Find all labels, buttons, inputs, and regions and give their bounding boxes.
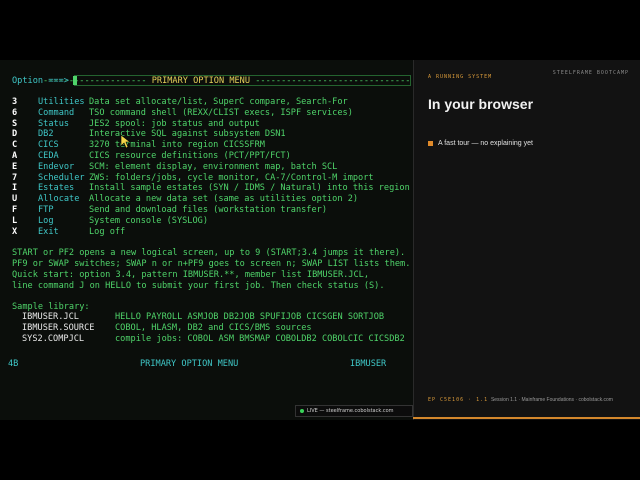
status-panel-name: PRIMARY OPTION MENU (140, 359, 239, 369)
option-description: Interactive SQL against subsystem DSN1 (89, 129, 286, 140)
option-input[interactable] (74, 75, 411, 86)
episode-tag: EP C5E106 · 1.1 (428, 397, 489, 403)
option-key: 6 (12, 107, 18, 118)
help-line-1: START or PF2 opens a new logical screen,… (12, 248, 406, 258)
option-name: Utilities (38, 97, 85, 107)
live-dot-icon (300, 408, 304, 413)
menu-option-command[interactable]: 6 Command TSO command shell (REXX/CLIST ex… (12, 108, 353, 118)
menu-option-db2[interactable]: D DB2 Interactive SQL against subsystem DS… (12, 129, 286, 139)
footer-text: Session 1.1 · Mainframe Foundations · co… (490, 397, 613, 403)
sample-desc: COBOL, HLASM, DB2 and CICS/BMS sources (115, 323, 312, 333)
menu-option-cics[interactable]: C CICS 3270 terminal into region CICSSFRM (12, 140, 265, 150)
panel-heading: In your browser (428, 96, 534, 112)
sample-name: IBMUSER.SOURCE (22, 323, 95, 333)
option-name: Exit (38, 226, 59, 237)
option-description: ZWS: folders/jobs, cycle monitor, CA-7/C… (89, 172, 374, 183)
option-name: CEDA (38, 151, 59, 161)
menu-option-endevor[interactable]: E Endevor SCM: element display, environmen… (12, 162, 337, 172)
option-key: F (12, 205, 18, 215)
sample-desc: HELLO PAYROLL ASMJOB DB2JOB SPUFIJOB CIC… (115, 312, 385, 322)
help-line-4: line command J on HELLO to submit your f… (12, 281, 385, 291)
option-key: C (12, 140, 18, 151)
option-name: Status (38, 118, 70, 129)
option-key: 7 (12, 172, 18, 183)
option-description: Data set allocate/list, SuperC compare, … (89, 97, 348, 107)
option-name: Estates (38, 183, 75, 194)
mouse-pointer-icon (121, 135, 131, 149)
option-key: L (12, 215, 18, 226)
panel-kicker: A RUNNING SYSTEM (428, 74, 493, 80)
panel-bullet: A fast tour — no explaining yet (428, 140, 533, 147)
option-description: JES2 spool: job status and output (89, 118, 260, 129)
option-name: Command (38, 107, 75, 118)
option-description: Log off (89, 226, 126, 237)
menu-option-status[interactable]: S Status JES2 spool: job status and output (12, 119, 260, 129)
option-key: U (12, 194, 18, 205)
menu-option-utilities[interactable]: 3 Utilities Data set allocate/list, SuperC… (12, 97, 348, 107)
option-key: E (12, 161, 18, 172)
option-key: 3 (12, 97, 18, 107)
video-frame: -------------------- PRIMARY OPTION MENU… (0, 60, 640, 420)
bullet-text: A fast tour — no explaining yet (438, 140, 533, 147)
option-description: CICS resource definitions (PCT/PPT/FCT) (89, 151, 291, 161)
option-key: A (12, 151, 18, 161)
option-description: SCM: element display, environment map, b… (89, 161, 338, 172)
live-badge-text: LIVE — steelframe.cobolstack.com (307, 408, 394, 414)
option-description: Send and download files (workstation tra… (89, 205, 327, 215)
sample-desc: compile jobs: COBOL ASM BMSMAP COBOLDB2 … (115, 334, 405, 344)
option-key: X (12, 226, 18, 237)
option-description: Allocate a new data set (same as utiliti… (89, 194, 359, 205)
option-prompt: Option ===> (12, 76, 69, 86)
menu-option-ceda[interactable]: A CEDA CICS resource definitions (PCT/PPT/… (12, 151, 291, 161)
panel-brand: STEELFRAME BOOTCAMP (552, 70, 629, 76)
menu-option-log[interactable]: L Log System console (SYSLOG) (12, 216, 208, 226)
live-badge[interactable]: LIVE — steelframe.cobolstack.com (295, 405, 413, 417)
option-description: System console (SYSLOG) (89, 215, 208, 226)
option-name: Scheduler (38, 172, 85, 183)
option-name: Allocate (38, 194, 80, 205)
option-name: Endevor (38, 161, 75, 172)
option-description: Install sample estates (SYN / IDMS / Nat… (89, 183, 410, 194)
menu-option-exit[interactable]: X Exit Log off (12, 227, 125, 237)
panel-footer: EP C5E106 · 1.1 Session 1.1 · Mainframe … (428, 397, 613, 403)
sample-row[interactable]: IBMUSER.SOURCE COBOL, HLASM, DB2 and CICS… (22, 323, 312, 333)
option-key: I (12, 183, 18, 194)
help-line-2: PF9 or SWAP switches; SWAP n or n+PF9 go… (12, 259, 411, 269)
status-user: IBMUSER (350, 359, 387, 369)
sample-row[interactable]: IBMUSER.JCL HELLO PAYROLL ASMJOB DB2JOB S… (22, 312, 384, 322)
option-name: DB2 (38, 129, 54, 140)
sample-name: SYS2.COMPJCL (22, 334, 85, 344)
menu-option-estates[interactable]: I Estates Install sample estates (SYN / ID… (12, 183, 410, 193)
menu-option-ftp[interactable]: F FTP Send and download files (workstation… (12, 205, 327, 215)
terminal-screen[interactable]: -------------------- PRIMARY OPTION MENU… (0, 60, 413, 420)
side-panel: A RUNNING SYSTEM STEELFRAME BOOTCAMP In … (413, 60, 640, 420)
menu-option-allocate[interactable]: U Allocate Allocate a new data set (same a… (12, 194, 358, 204)
option-description: 3270 terminal into region CICSSFRM (89, 140, 265, 151)
bullet-square-icon (428, 140, 433, 146)
option-name: CICS (38, 140, 59, 151)
help-line-3: Quick start: option 3.4, pattern IBMUSER… (12, 270, 369, 280)
status-session: 4B (8, 359, 19, 369)
option-name: FTP (38, 205, 54, 215)
option-description: TSO command shell (REXX/CLIST execs, ISP… (89, 107, 353, 118)
sample-name: IBMUSER.JCL (22, 312, 79, 322)
option-key: S (12, 118, 18, 129)
menu-option-scheduler[interactable]: 7 Scheduler ZWS: folders/jobs, cycle monit… (12, 173, 374, 183)
accent-rule (413, 417, 640, 419)
option-key: D (12, 129, 18, 140)
text-cursor (73, 76, 77, 85)
option-name: Log (38, 215, 54, 226)
sample-row[interactable]: SYS2.COMPJCL compile jobs: COBOL ASM BMSM… (22, 334, 405, 344)
sample-library-title: Sample library: (12, 302, 90, 312)
